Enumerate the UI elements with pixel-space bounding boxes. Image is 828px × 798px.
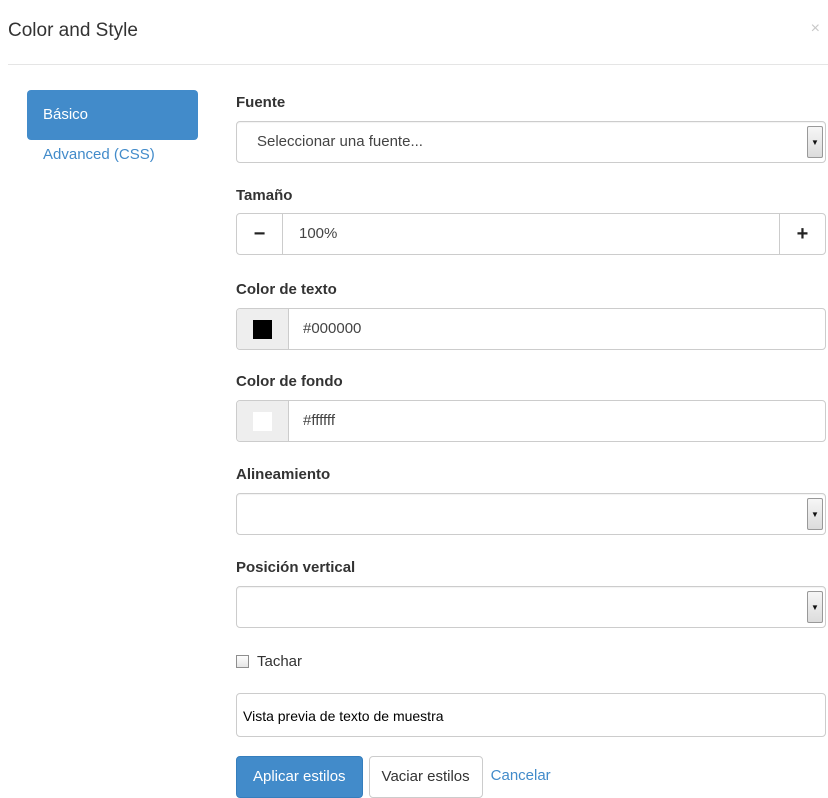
- clear-styles-button[interactable]: Vaciar estilos: [368, 756, 483, 798]
- strikethrough-label: Tachar: [257, 653, 303, 670]
- text-color-label: Color de texto: [236, 281, 337, 298]
- side-nav: Básico Advanced (CSS): [27, 90, 198, 194]
- alignment-label: Alineamiento: [236, 466, 331, 483]
- vertical-position-label: Posición vertical: [236, 559, 356, 576]
- nav-item-basico[interactable]: Básico: [27, 90, 198, 140]
- button-row: Aplicar estilos Vaciar estilos Cancelar: [236, 756, 551, 798]
- chevron-down-icon[interactable]: ▼: [807, 126, 823, 158]
- background-color-picker[interactable]: [237, 401, 289, 441]
- text-preview: Vista previa de texto de muestra: [236, 693, 826, 737]
- alignment-select[interactable]: ▼: [236, 493, 826, 535]
- size-label: Tamaño: [236, 187, 293, 204]
- strikethrough-checkbox[interactable]: [236, 655, 249, 668]
- text-color-field: #000000: [236, 308, 826, 350]
- vertical-position-select[interactable]: ▼: [236, 586, 826, 628]
- font-select-value: Seleccionar una fuente...: [257, 133, 423, 150]
- strikethrough-option[interactable]: Tachar: [236, 653, 302, 670]
- nav-item-advanced-css[interactable]: Advanced (CSS): [27, 144, 198, 194]
- size-stepper: − 100% +: [236, 213, 826, 255]
- plus-icon[interactable]: +: [779, 214, 825, 254]
- apply-styles-button[interactable]: Aplicar estilos: [236, 756, 363, 798]
- text-color-input[interactable]: #000000: [289, 309, 825, 349]
- size-input[interactable]: 100%: [283, 214, 779, 254]
- text-color-picker[interactable]: [237, 309, 289, 349]
- minus-icon[interactable]: −: [237, 214, 283, 254]
- font-select[interactable]: Seleccionar una fuente... ▼: [236, 121, 826, 163]
- background-color-swatch: [253, 411, 272, 431]
- background-color-label: Color de fondo: [236, 373, 343, 390]
- font-label: Fuente: [236, 94, 286, 111]
- chevron-down-icon[interactable]: ▼: [807, 498, 823, 530]
- header-divider: [8, 64, 828, 65]
- cancel-link[interactable]: Cancelar: [491, 767, 551, 784]
- background-color-input[interactable]: #ffffff: [289, 401, 825, 441]
- text-color-swatch: [253, 319, 272, 339]
- dialog-title: Color and Style: [8, 20, 138, 41]
- background-color-field: #ffffff: [236, 400, 826, 442]
- close-icon[interactable]: ×: [811, 20, 820, 38]
- chevron-down-icon[interactable]: ▼: [807, 591, 823, 623]
